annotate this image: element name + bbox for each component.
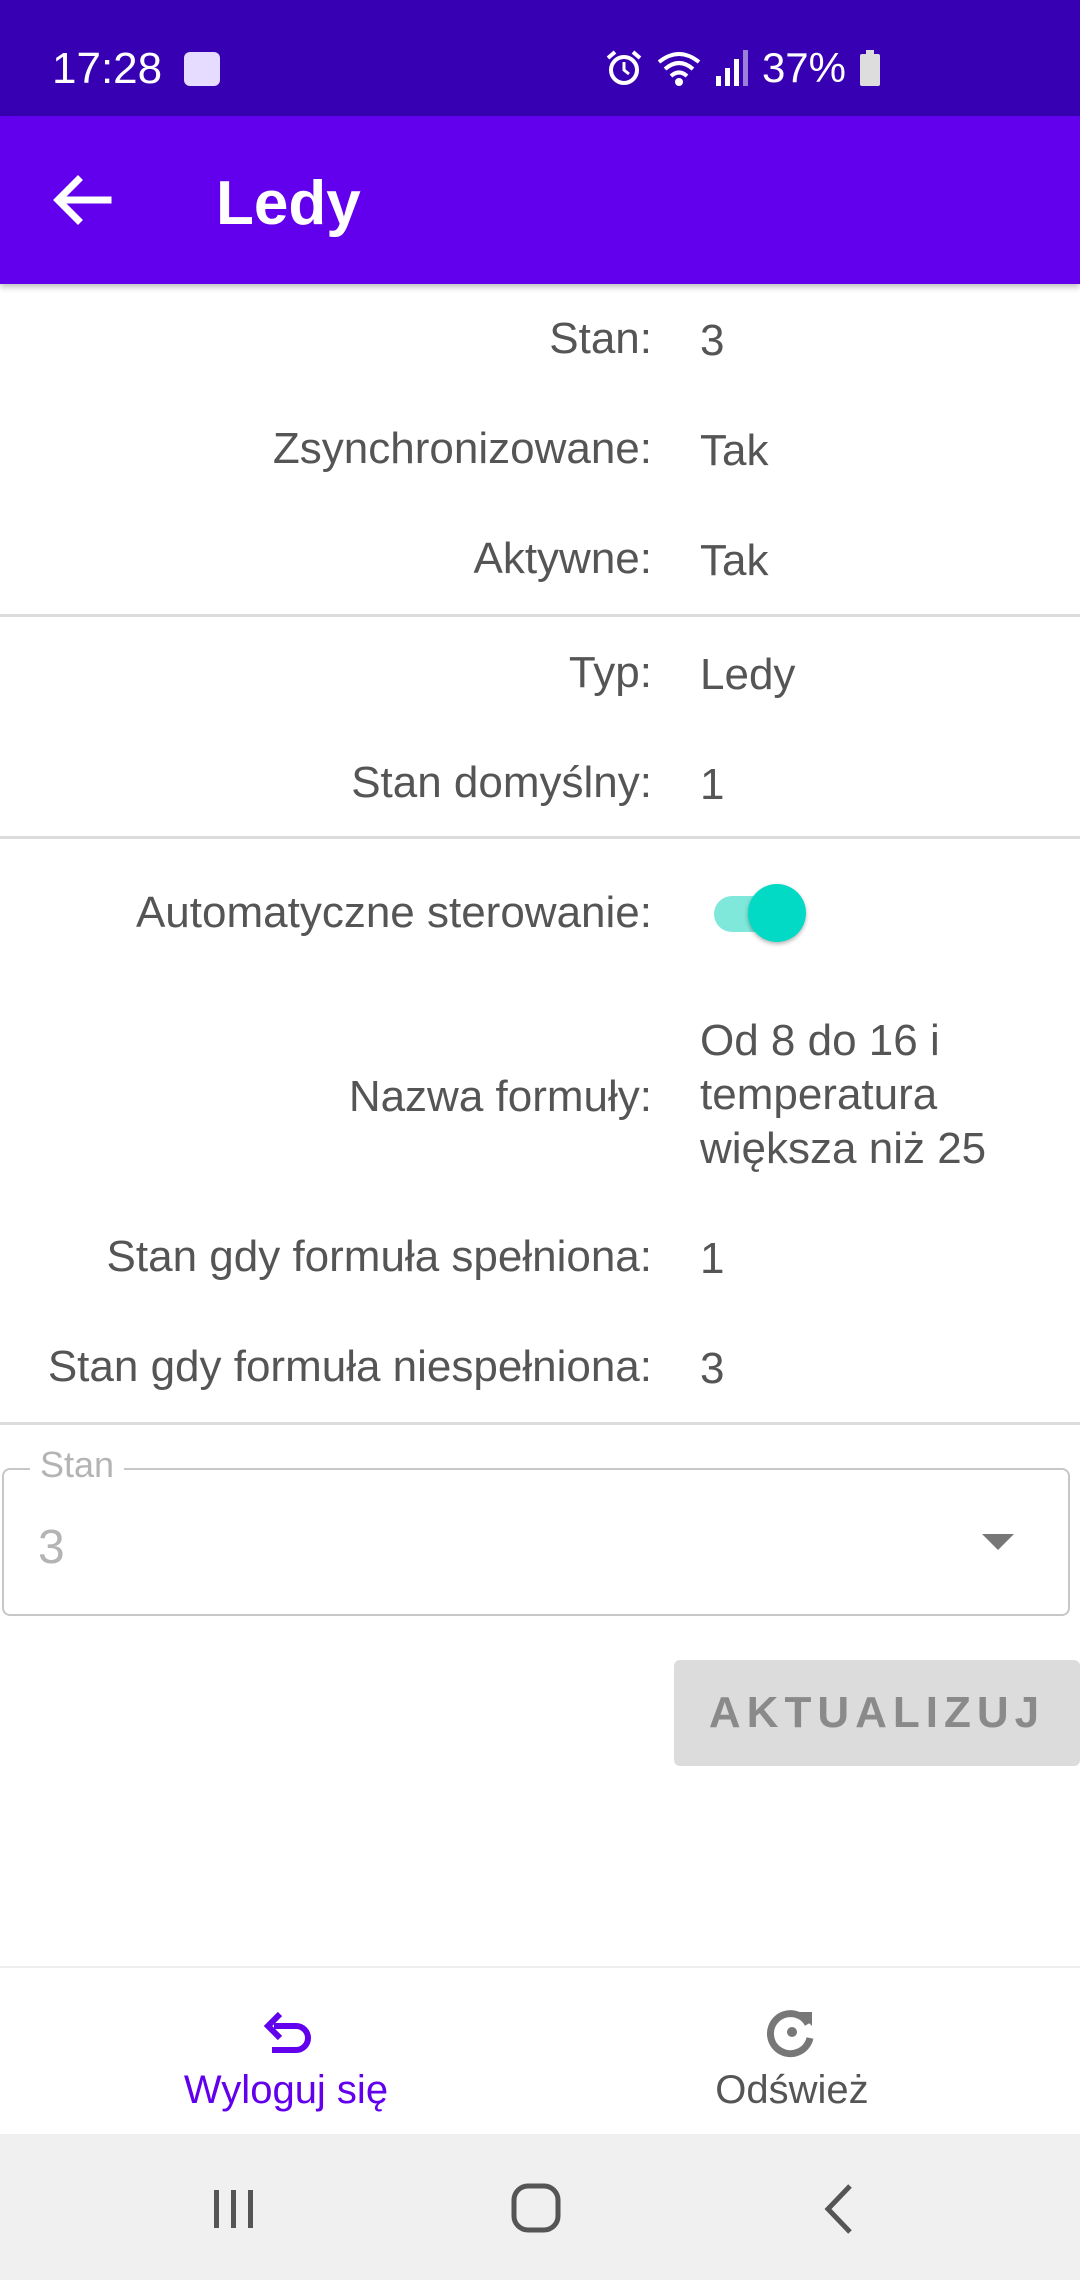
wifi-icon: [657, 52, 701, 86]
formula-line: większa niż 25: [700, 1124, 987, 1173]
nav-refresh[interactable]: Odśwież: [522, 1968, 1062, 2136]
page-title: Ledy: [216, 169, 361, 238]
detail-value: 3: [700, 1344, 725, 1393]
section-divider: [0, 614, 1080, 617]
status-icons: 37%: [604, 44, 882, 91]
system-navigation-bar: [0, 2134, 1080, 2280]
chevron-left-icon: [824, 2184, 852, 2234]
system-back-button[interactable]: [800, 2174, 880, 2244]
nav-refresh-label: Odśwież: [715, 2068, 869, 2112]
detail-label: Zsynchronizowane:: [272, 424, 652, 473]
detail-label: Typ:: [568, 648, 652, 697]
bottom-navigation: Wyloguj się Odśwież: [0, 1966, 1080, 2136]
status-time: 17:28: [52, 44, 163, 93]
detail-value: 3: [700, 316, 725, 365]
detail-label: Stan domyślny:: [351, 758, 652, 807]
alarm-icon: [606, 50, 642, 85]
formula-line: temperatura: [700, 1070, 938, 1119]
signal-icon: [715, 50, 748, 86]
recent-apps-icon: [214, 2190, 253, 2228]
detail-label: Aktywne:: [473, 534, 652, 583]
back-button[interactable]: [48, 168, 120, 232]
app-bar: Ledy: [0, 116, 1080, 284]
select-label: Stan: [30, 1444, 125, 1486]
auto-control-switch[interactable]: [712, 882, 812, 942]
detail-label: Nazwa formuły:: [348, 1072, 652, 1121]
battery-percent: 37%: [761, 44, 846, 91]
section-divider: [0, 836, 1080, 839]
recent-apps-button[interactable]: [194, 2174, 274, 2244]
detail-value: Tak: [700, 426, 769, 475]
detail-label: Stan gdy formuła spełniona:: [106, 1232, 652, 1281]
home-button[interactable]: [496, 2174, 576, 2244]
detail-label: Stan:: [549, 314, 652, 363]
undo-icon: [263, 2011, 311, 2053]
home-icon: [511, 2183, 561, 2233]
state-select[interactable]: Stan 3: [2, 1444, 1070, 1616]
detail-label: Stan gdy formuła niespełniona:: [47, 1342, 652, 1391]
detail-value: 1: [700, 1234, 725, 1283]
notification-icon: [184, 52, 220, 86]
refresh-icon: [767, 2010, 814, 2058]
detail-value: Ledy: [700, 650, 796, 699]
update-button[interactable]: AKTUALIZUJ: [674, 1660, 1080, 1766]
section-divider: [0, 1422, 1080, 1425]
formula-value: Od 8 do 16 i temperatura większa niż 25: [700, 1014, 986, 1176]
arrow-back-icon: [53, 175, 112, 225]
select-value: 3: [38, 1521, 65, 1574]
dropdown-arrow-icon: [982, 1534, 1014, 1550]
battery-icon: [860, 50, 880, 86]
nav-logout-label: Wyloguj się: [183, 2068, 389, 2112]
status-bar: 17:28 37%: [0, 0, 1080, 116]
formula-line: Od 8 do 16 i: [700, 1016, 940, 1065]
nav-logout[interactable]: Wyloguj się: [16, 1968, 556, 2136]
detail-label: Automatyczne sterowanie:: [135, 888, 652, 937]
detail-value: 1: [700, 760, 725, 809]
detail-value: Tak: [700, 536, 769, 585]
switch-thumb: [748, 884, 806, 942]
